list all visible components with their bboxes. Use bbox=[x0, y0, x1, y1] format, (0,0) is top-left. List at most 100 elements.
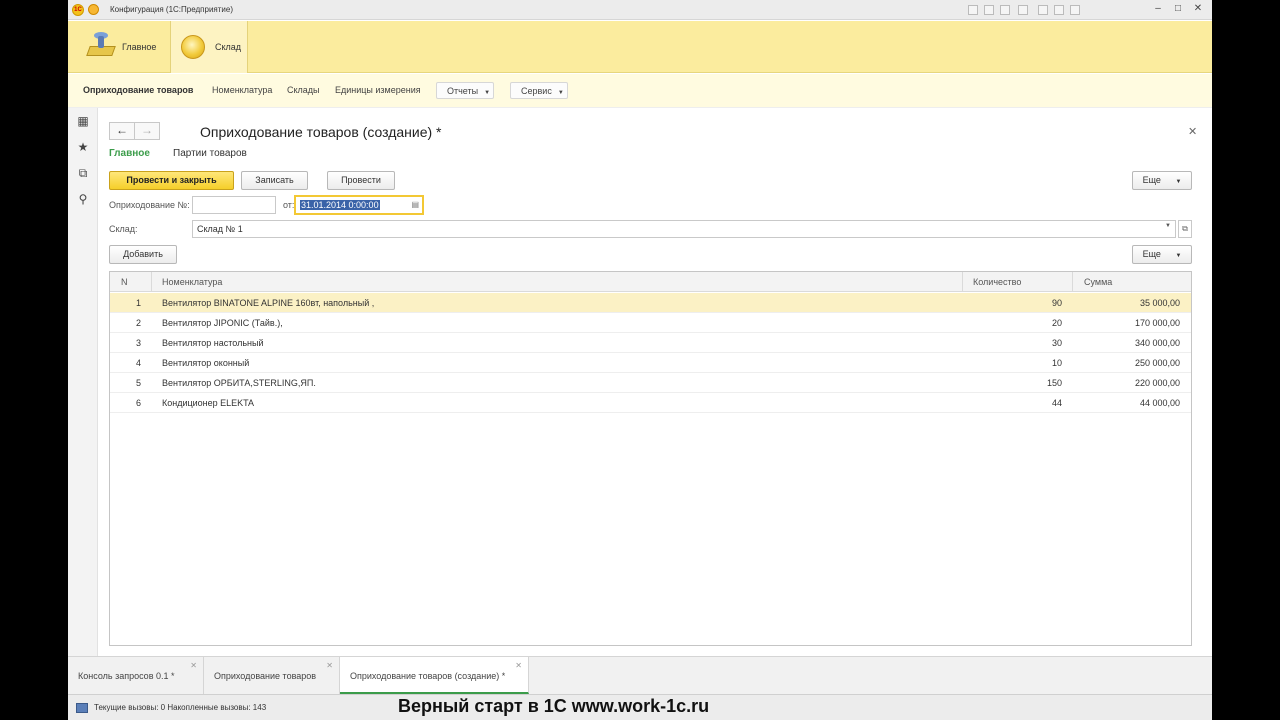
left-toolbar: ▦ ★ ⧉ ⚲ bbox=[68, 108, 98, 656]
close-tab-icon[interactable]: ✕ bbox=[515, 661, 522, 670]
cell-qty: 44 bbox=[1051, 398, 1062, 408]
status-text: Текущие вызовы: 0 Накопленные вызовы: 14… bbox=[94, 703, 267, 712]
items-table[interactable]: N Номенклатура Количество Сумма 1 Вентиля… bbox=[109, 271, 1192, 646]
column-header-qty[interactable]: Количество bbox=[973, 277, 1021, 287]
nav-item-warehouses[interactable]: Склады bbox=[287, 85, 320, 95]
title-bar: 1С Конфигурация (1С:Предприятие) – □ ✕ bbox=[68, 0, 1212, 20]
tab-main[interactable]: Главное bbox=[109, 148, 150, 159]
column-header-n[interactable]: N bbox=[121, 277, 128, 287]
favorites-star-icon[interactable]: ★ bbox=[76, 140, 90, 154]
date-value: 31.01.2014 0:00:00 bbox=[300, 200, 380, 210]
close-tab-icon[interactable]: ✕ bbox=[190, 661, 197, 670]
dropdown-arrow-icon: ▼ bbox=[557, 90, 564, 96]
toolbar-icon[interactable] bbox=[1054, 5, 1064, 15]
1c-logo-icon: 1С bbox=[72, 4, 84, 16]
date-input[interactable]: 31.01.2014 0:00:00 ▤ bbox=[294, 195, 424, 215]
window-tab-label: Оприходование товаров bbox=[214, 671, 317, 681]
cell-n: 6 bbox=[135, 398, 141, 408]
close-tab-icon[interactable]: ✕ bbox=[326, 661, 333, 670]
section-sklad[interactable]: Склад bbox=[170, 21, 248, 73]
cell-item: Вентилятор BINATONE ALPINE 160вт, наполь… bbox=[162, 298, 375, 308]
dropdown-arrow-icon[interactable]: ▼ bbox=[1165, 223, 1171, 229]
add-row-button[interactable]: Добавить bbox=[109, 245, 177, 264]
dropdown-arrow-icon: ▼ bbox=[484, 90, 491, 96]
favorites-icon[interactable] bbox=[1018, 5, 1028, 15]
cell-n: 4 bbox=[135, 358, 141, 368]
cell-n: 3 bbox=[135, 338, 141, 348]
warehouse-label: Склад: bbox=[109, 224, 138, 234]
post-button[interactable]: Провести bbox=[327, 171, 395, 190]
section-main[interactable]: Главное bbox=[76, 21, 170, 73]
search-icon[interactable]: ⚲ bbox=[76, 192, 90, 206]
sections-panel: Главное Склад bbox=[68, 21, 1212, 73]
window-title: Конфигурация (1С:Предприятие) bbox=[110, 5, 233, 14]
post-and-close-button[interactable]: Провести и закрыть bbox=[109, 171, 234, 190]
nav-item-nomenclature[interactable]: Номенклатура bbox=[212, 85, 272, 95]
table-row[interactable]: 3 Вентилятор настольный 30 340 000,00 bbox=[110, 333, 1191, 353]
open-windows-bar: Консоль запросов 0.1 * ✕ Оприходование т… bbox=[68, 656, 1212, 694]
table-more-button[interactable]: Еще ▼ bbox=[1132, 245, 1192, 264]
maximize-button[interactable]: □ bbox=[1172, 3, 1184, 15]
service-dropdown-label: Сервис bbox=[521, 86, 552, 96]
table-row[interactable]: 1 Вентилятор BINATONE ALPINE 160вт, напол… bbox=[110, 293, 1191, 313]
cell-qty: 10 bbox=[1051, 358, 1062, 368]
more-button-label: Еще bbox=[1142, 175, 1161, 185]
section-sklad-label: Склад bbox=[215, 42, 242, 52]
table-row[interactable]: 6 Кондиционер ELEKTA 44 44 000,00 bbox=[110, 393, 1191, 413]
main-menu-button[interactable] bbox=[88, 4, 99, 15]
toolbar-icon[interactable] bbox=[1000, 5, 1010, 15]
function-menu-icon[interactable]: ▦ bbox=[76, 114, 90, 128]
close-window-button[interactable]: ✕ bbox=[1192, 3, 1204, 15]
warehouse-icon bbox=[181, 35, 205, 59]
more-button[interactable]: Еще ▼ bbox=[1132, 171, 1192, 190]
open-link-icon[interactable]: ⧉ bbox=[1178, 220, 1192, 238]
toolbar-icon[interactable] bbox=[984, 5, 994, 15]
cell-qty: 90 bbox=[1051, 298, 1062, 308]
nav-item-units[interactable]: Единицы измерения bbox=[335, 85, 421, 95]
cell-sum: 220 000,00 bbox=[1134, 378, 1180, 388]
toolbar-icon[interactable] bbox=[1070, 5, 1080, 15]
cell-qty: 150 bbox=[1046, 378, 1062, 388]
toolbar-icon[interactable] bbox=[968, 5, 978, 15]
cell-sum: 250 000,00 bbox=[1134, 358, 1180, 368]
cell-sum: 35 000,00 bbox=[1139, 298, 1180, 308]
calls-icon bbox=[76, 703, 88, 713]
table-row[interactable]: 5 Вентилятор ОРБИТА,STERLING,ЯП. 150 220 00… bbox=[110, 373, 1191, 393]
reports-dropdown[interactable]: Отчеты ▼ bbox=[436, 82, 494, 99]
minimize-button[interactable]: – bbox=[1152, 3, 1164, 15]
dropdown-arrow-icon: ▼ bbox=[1175, 179, 1182, 185]
number-input[interactable] bbox=[192, 196, 276, 214]
tab-batches[interactable]: Партии товаров bbox=[173, 148, 247, 159]
number-label: Оприходование №: bbox=[109, 200, 190, 210]
column-header-sum[interactable]: Сумма bbox=[1084, 277, 1112, 287]
cell-n: 5 bbox=[135, 378, 141, 388]
forward-button[interactable]: → bbox=[134, 122, 160, 140]
column-header-item[interactable]: Номенклатура bbox=[162, 277, 222, 287]
window-tab-active[interactable]: Оприходование товаров (создание) * ✕ bbox=[340, 657, 529, 694]
table-row[interactable]: 2 Вентилятор JIPONIC (Тайв.), 20 170 000,00 bbox=[110, 313, 1191, 333]
cell-sum: 170 000,00 bbox=[1134, 318, 1180, 328]
save-button[interactable]: Записать bbox=[241, 171, 308, 190]
window-tab[interactable]: Консоль запросов 0.1 * ✕ bbox=[68, 657, 204, 694]
date-label: от: bbox=[283, 200, 295, 210]
window-tab[interactable]: Оприходование товаров ✕ bbox=[204, 657, 340, 694]
close-form-icon[interactable]: ✕ bbox=[1188, 125, 1197, 138]
service-dropdown[interactable]: Сервис ▼ bbox=[510, 82, 568, 99]
cell-item: Вентилятор ОРБИТА,STERLING,ЯП. bbox=[162, 378, 316, 388]
table-header: N Номенклатура Количество Сумма bbox=[110, 272, 1191, 292]
toolbar-icon[interactable] bbox=[1038, 5, 1048, 15]
warehouse-value: Склад № 1 bbox=[197, 224, 243, 234]
document-form: ← → Оприходование товаров (создание) * ✕… bbox=[98, 108, 1212, 656]
history-icon[interactable]: ⧉ bbox=[76, 166, 90, 180]
calendar-icon[interactable]: ▤ bbox=[411, 200, 419, 209]
nav-item-receipts[interactable]: Оприходование товаров bbox=[83, 85, 193, 95]
warehouse-input[interactable]: Склад № 1 ▼ bbox=[192, 220, 1176, 238]
back-button[interactable]: ← bbox=[109, 122, 135, 140]
window-tab-label: Консоль запросов 0.1 * bbox=[78, 671, 175, 681]
dropdown-arrow-icon: ▼ bbox=[1175, 253, 1182, 259]
cell-qty: 30 bbox=[1051, 338, 1062, 348]
cell-item: Кондиционер ELEKTA bbox=[162, 398, 255, 408]
table-more-button-label: Еще bbox=[1142, 249, 1161, 259]
cell-sum: 340 000,00 bbox=[1134, 338, 1180, 348]
table-row[interactable]: 4 Вентилятор оконный 10 250 000,00 bbox=[110, 353, 1191, 373]
